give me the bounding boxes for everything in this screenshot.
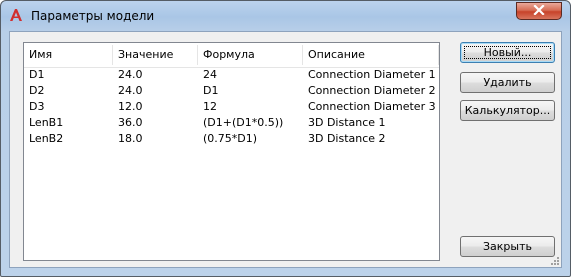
autocad-logo-icon: [8, 7, 24, 23]
column-header-name[interactable]: Имя: [24, 43, 113, 67]
list-rows: D1 24.0 24 Connection Diameter 1 D2 24.0…: [24, 67, 439, 147]
close-button[interactable]: Закрыть: [460, 236, 555, 257]
list-header: Имя Значение Формула Описание: [24, 43, 439, 68]
cell-value: 18.0: [118, 132, 143, 145]
delete-button[interactable]: Удалить: [460, 72, 555, 93]
dialog-client-area: Имя Значение Формула Описание D1 24.0 24…: [9, 31, 562, 268]
cell-description: 3D Distance 1: [308, 116, 386, 129]
cell-value: 12.0: [118, 100, 143, 113]
calculator-button-label: Калькулятор...: [464, 104, 551, 117]
list-row[interactable]: D1 24.0 24 Connection Diameter 1: [24, 67, 439, 83]
delete-button-label: Удалить: [483, 76, 532, 89]
column-header-formula[interactable]: Формула: [198, 43, 303, 67]
calculator-button[interactable]: Калькулятор...: [460, 100, 555, 121]
window-title: Параметры модели: [31, 9, 155, 23]
cell-name: LenB2: [29, 132, 64, 145]
column-header-value[interactable]: Значение: [113, 43, 198, 67]
list-row[interactable]: D3 12.0 12 Connection Diameter 3: [24, 99, 439, 115]
focus-rectangle: [464, 46, 551, 59]
list-row[interactable]: D2 24.0 D1 Connection Diameter 2: [24, 83, 439, 99]
cell-formula: (D1+(D1*0.5)): [203, 116, 284, 129]
cell-name: LenB1: [29, 116, 64, 129]
column-header-description[interactable]: Описание: [303, 43, 439, 67]
cell-formula: 12: [203, 100, 217, 113]
cell-value: 24.0: [118, 84, 143, 97]
cell-formula: D1: [203, 84, 219, 97]
dialog-window: Параметры модели Имя Значение Формула Оп…: [0, 0, 571, 277]
list-row[interactable]: LenB2 18.0 (0.75*D1) 3D Distance 2: [24, 131, 439, 147]
cell-formula: (0.75*D1): [203, 132, 258, 145]
new-button[interactable]: Новый...: [460, 42, 555, 63]
close-button-label: Закрыть: [483, 240, 532, 253]
cell-name: D1: [29, 68, 45, 81]
cell-name: D3: [29, 100, 45, 113]
cell-description: Connection Diameter 1: [308, 68, 436, 81]
cell-formula: 24: [203, 68, 217, 81]
close-icon: [533, 3, 545, 18]
cell-value: 24.0: [118, 68, 143, 81]
cell-name: D2: [29, 84, 45, 97]
title-bar[interactable]: Параметры модели: [1, 1, 570, 31]
cell-value: 36.0: [118, 116, 143, 129]
cell-description: Connection Diameter 2: [308, 84, 436, 97]
cell-description: Connection Diameter 3: [308, 100, 436, 113]
cell-description: 3D Distance 2: [308, 132, 386, 145]
list-row[interactable]: LenB1 36.0 (D1+(D1*0.5)) 3D Distance 1: [24, 115, 439, 131]
parameters-list[interactable]: Имя Значение Формула Описание D1 24.0 24…: [23, 42, 440, 261]
close-window-button[interactable]: [516, 2, 562, 20]
resize-grip-icon[interactable]: [549, 255, 559, 265]
